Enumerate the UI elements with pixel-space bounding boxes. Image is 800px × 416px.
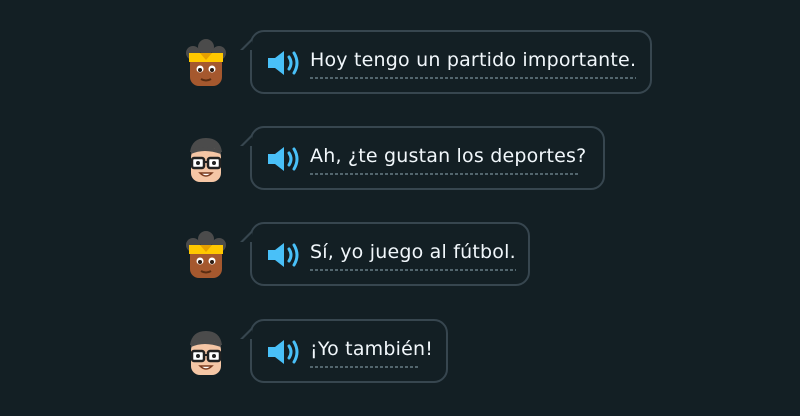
speaker-icon[interactable] <box>266 49 302 77</box>
speaker-icon[interactable] <box>266 145 302 173</box>
speaker-icon[interactable] <box>266 338 302 366</box>
boy-avatar-icon <box>180 134 232 186</box>
bubble-tail <box>240 134 252 146</box>
word-underline <box>310 269 516 271</box>
dialogue-text[interactable]: Sí, yo juego al fútbol. <box>310 241 516 263</box>
bubble-tail <box>240 38 252 50</box>
word-underline <box>310 173 580 175</box>
dialogue-text[interactable]: Hoy tengo un partido importante. <box>310 49 636 71</box>
dialogue-text[interactable]: ¡Yo también! <box>310 338 433 360</box>
speech-bubble: Ah, ¿te gustan los deportes? <box>240 126 605 190</box>
bubble-tail <box>240 327 252 339</box>
word-underline <box>310 77 636 79</box>
speaker-icon[interactable] <box>266 241 302 269</box>
girl-avatar-icon <box>180 38 232 90</box>
bubble-tail <box>240 230 252 242</box>
speech-bubble: Hoy tengo un partido importante. <box>240 30 652 94</box>
dialogue-text[interactable]: Ah, ¿te gustan los deportes? <box>310 145 586 167</box>
word-underline <box>310 366 418 368</box>
speech-bubble: ¡Yo también! <box>240 319 448 383</box>
speech-bubble: Sí, yo juego al fútbol. <box>240 222 530 286</box>
boy-avatar-icon <box>180 327 232 379</box>
girl-avatar-icon <box>180 230 232 282</box>
